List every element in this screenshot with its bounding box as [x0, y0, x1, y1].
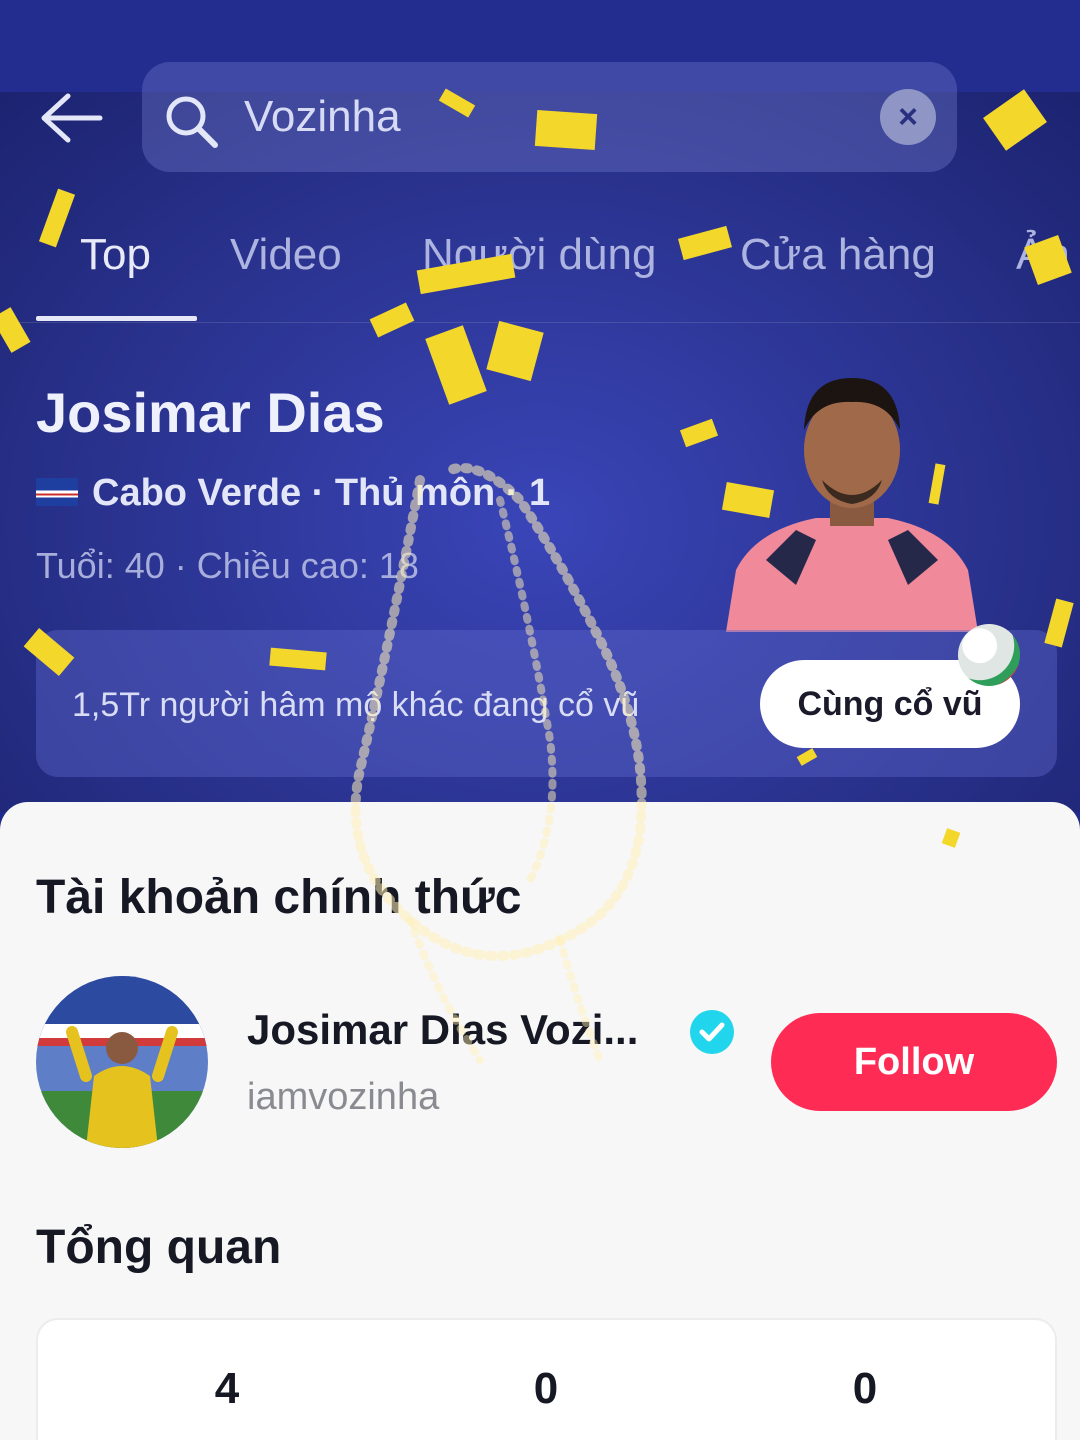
- clear-search-button[interactable]: ×: [880, 89, 936, 145]
- player-stats-line: Tuổi: 40 · Chiều cao: 18: [36, 545, 419, 586]
- stat-value: 0: [852, 1364, 878, 1413]
- search-icon: [166, 96, 218, 148]
- back-arrow-icon[interactable]: [38, 90, 104, 146]
- tabs-divider: [0, 322, 1080, 323]
- fans-cheering-text: 1,5Tr người hâm mộ khác đang cổ vũ: [72, 686, 640, 724]
- official-account-name[interactable]: Josimar Dias Vozi...: [247, 1006, 667, 1054]
- tab-shop[interactable]: Cửa hàng: [740, 230, 936, 280]
- stat-value: 0: [533, 1364, 559, 1413]
- tab-video[interactable]: Video: [230, 230, 342, 280]
- cabo-verde-flag-icon: [36, 478, 78, 506]
- official-account-handle: iamvozinha: [247, 1076, 440, 1118]
- official-account-title: Tài khoản chính thức: [36, 871, 522, 924]
- search-input[interactable]: Vozinha: [244, 92, 401, 142]
- verified-badge-icon: [690, 1010, 734, 1054]
- search-tabs: Top Video Người dùng Cửa hàng Ản: [0, 230, 1080, 324]
- soccer-ball-icon: [958, 624, 1020, 686]
- active-tab-indicator: [36, 316, 197, 321]
- follow-button[interactable]: Follow: [771, 1013, 1057, 1111]
- confetti-piece: [534, 109, 598, 151]
- avatar[interactable]: [36, 976, 208, 1148]
- player-name: Josimar Dias: [36, 381, 385, 444]
- player-team-line: Cabo Verde · Thủ môn · 1: [92, 472, 551, 514]
- tab-top[interactable]: Top: [80, 230, 151, 280]
- overview-title: Tổng quan: [36, 1221, 282, 1274]
- stat-value: 4: [214, 1364, 240, 1413]
